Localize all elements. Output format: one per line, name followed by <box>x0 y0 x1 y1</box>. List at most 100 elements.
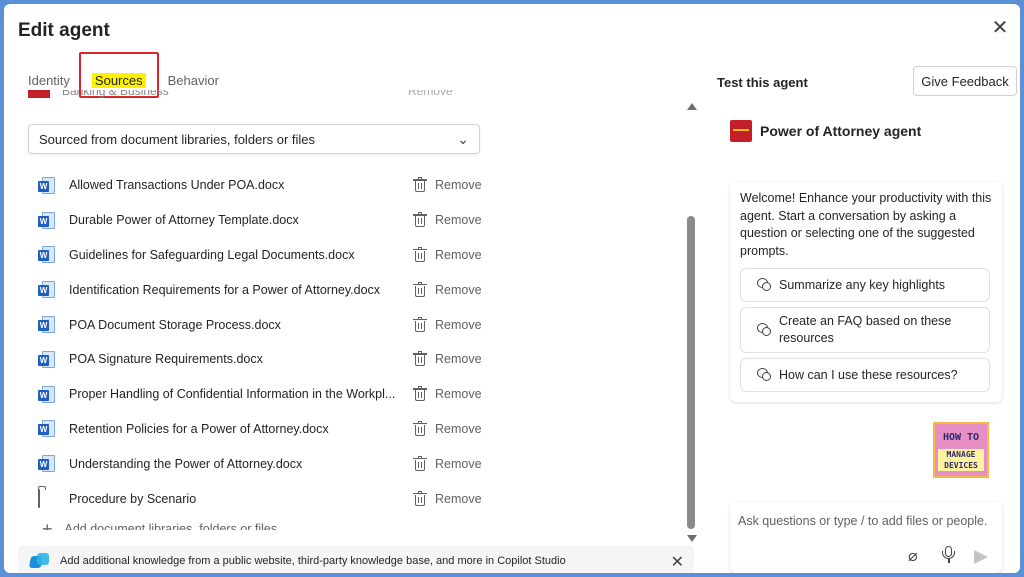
source-file-list: W Allowed Transactions Under POA.docx Re… <box>38 168 488 516</box>
remove-button[interactable]: Remove <box>413 420 482 436</box>
remove-button[interactable]: Remove <box>413 212 482 228</box>
file-row: W Allowed Transactions Under POA.docx Re… <box>38 168 488 203</box>
microphone-icon[interactable] <box>941 546 957 564</box>
file-name: Understanding the Power of Attorney.docx <box>69 456 303 471</box>
give-feedback-button[interactable]: Give Feedback <box>913 66 1017 96</box>
word-doc-icon: W <box>38 316 55 334</box>
chat-bubbles-icon <box>757 323 771 337</box>
prompt-label: Create an FAQ based on these resources <box>779 314 952 345</box>
file-row: W Guidelines for Safeguarding Legal Docu… <box>38 238 488 273</box>
welcome-card: Welcome! Enhance your productivity with … <box>730 182 1002 402</box>
agent-logo-icon <box>730 120 752 142</box>
word-doc-icon: W <box>38 281 55 299</box>
file-name: Allowed Transactions Under POA.docx <box>69 178 285 193</box>
remove-label: Remove <box>435 421 482 436</box>
test-agent-label: Test this agent <box>717 75 808 90</box>
suggested-prompt[interactable]: How can I use these resources? <box>740 358 990 392</box>
prompt-label: How can I use these resources? <box>779 368 958 382</box>
remove-label: Remove <box>435 456 482 471</box>
suggested-prompt[interactable]: Summarize any key highlights <box>740 268 990 302</box>
agent-name: Power of Attorney agent <box>760 123 922 139</box>
paperclip-icon[interactable]: ⌀ <box>908 546 918 566</box>
file-row: W Understanding the Power of Attorney.do… <box>38 446 488 481</box>
howto-managedevices-logo: HOW TO MANAGE DEVICES <box>933 422 989 478</box>
file-name: Identification Requirements for a Power … <box>69 282 381 297</box>
file-row: W Durable Power of Attorney Template.doc… <box>38 203 488 238</box>
scrollbar-thumb[interactable] <box>687 216 695 529</box>
chat-input-box[interactable]: Ask questions or type / to add files or … <box>730 502 1002 573</box>
chat-input-placeholder[interactable]: Ask questions or type / to add files or … <box>738 514 987 528</box>
trash-icon <box>413 386 427 402</box>
file-name: Guidelines for Safeguarding Legal Docume… <box>69 247 355 262</box>
word-doc-icon: W <box>38 211 55 229</box>
remove-button[interactable]: Remove <box>413 455 482 471</box>
copilot-studio-icon <box>28 553 50 569</box>
partial-source-row: Banking & Business Remove <box>28 90 488 104</box>
word-doc-icon: W <box>38 455 55 473</box>
banner-text[interactable]: Add additional knowledge from a public w… <box>60 555 566 567</box>
file-row: Procedure by Scenario Remove <box>38 481 488 516</box>
chat-bubbles-icon <box>757 278 771 292</box>
plus-icon: + <box>42 519 53 530</box>
file-name: POA Signature Requirements.docx <box>69 352 263 367</box>
file-row: W Retention Policies for a Power of Atto… <box>38 412 488 447</box>
scroll-down-arrow-icon[interactable] <box>687 535 697 542</box>
send-icon[interactable] <box>974 550 988 564</box>
remove-label: Remove <box>435 352 482 367</box>
word-doc-icon: W <box>38 176 55 194</box>
remove-button[interactable]: Remove <box>413 177 482 193</box>
file-name: POA Document Storage Process.docx <box>69 317 281 332</box>
word-doc-icon: W <box>38 350 55 368</box>
suggested-prompt[interactable]: Create an FAQ based on these resources <box>740 307 990 353</box>
remove-label: Remove <box>435 247 482 262</box>
trash-icon <box>413 351 427 367</box>
file-name: Retention Policies for a Power of Attorn… <box>69 421 329 436</box>
scroll-up-arrow-icon[interactable] <box>687 103 697 110</box>
remove-label: Remove <box>435 387 482 402</box>
remove-label: Remove <box>435 213 482 228</box>
close-icon[interactable]: ✕ <box>990 18 1010 38</box>
chevron-down-icon: ⌄ <box>457 131 469 147</box>
remove-label: Remove <box>435 317 482 332</box>
folder-icon <box>38 489 55 509</box>
remove-button[interactable]: Remove <box>413 386 482 402</box>
trash-icon <box>413 177 427 193</box>
trash-icon <box>413 281 427 297</box>
trash-icon <box>413 420 427 436</box>
remove-button[interactable]: Remove <box>413 316 482 332</box>
trash-icon <box>413 455 427 471</box>
remove-button[interactable]: Remove <box>413 490 482 506</box>
partial-source-label: Banking & Business <box>62 90 169 98</box>
add-source-button[interactable]: + Add document libraries, folders or fil… <box>42 519 277 530</box>
word-doc-icon: W <box>38 420 55 438</box>
dialog-title: Edit agent <box>18 20 110 41</box>
logo-line1: HOW TO <box>942 432 980 443</box>
source-logo-icon <box>28 90 50 98</box>
trash-icon <box>413 490 427 506</box>
remove-button[interactable]: Remove <box>413 246 482 262</box>
file-row: W Proper Handling of Confidential Inform… <box>38 377 488 412</box>
partial-remove-label[interactable]: Remove <box>408 90 453 98</box>
banner-close-icon[interactable]: ✕ <box>671 552 684 572</box>
file-name: Durable Power of Attorney Template.docx <box>69 213 299 228</box>
trash-icon <box>413 246 427 262</box>
prompt-label: Summarize any key highlights <box>779 278 946 292</box>
source-type-dropdown[interactable]: Sourced from document libraries, folders… <box>28 124 480 154</box>
remove-button[interactable]: Remove <box>413 351 482 367</box>
source-type-value: Sourced from document libraries, folders… <box>39 131 316 147</box>
word-doc-icon: W <box>38 385 55 403</box>
trash-icon <box>413 316 427 332</box>
agent-header: Power of Attorney agent <box>730 120 921 142</box>
trash-icon <box>413 212 427 228</box>
file-name: Procedure by Scenario <box>69 491 197 506</box>
sources-scroll-area: Banking & Business Remove Sourced from d… <box>24 90 684 530</box>
remove-button[interactable]: Remove <box>413 281 482 297</box>
logo-line2: MANAGE DEVICES <box>938 449 984 471</box>
tab-identity[interactable]: Identity <box>28 73 70 88</box>
word-doc-icon: W <box>38 246 55 264</box>
edit-agent-dialog: Edit agent ✕ Identity Sources Behavior B… <box>4 4 1020 573</box>
tab-behavior[interactable]: Behavior <box>168 73 219 88</box>
remove-label: Remove <box>435 178 482 193</box>
remove-label: Remove <box>435 491 482 506</box>
file-name: Proper Handling of Confidential Informat… <box>69 387 396 402</box>
